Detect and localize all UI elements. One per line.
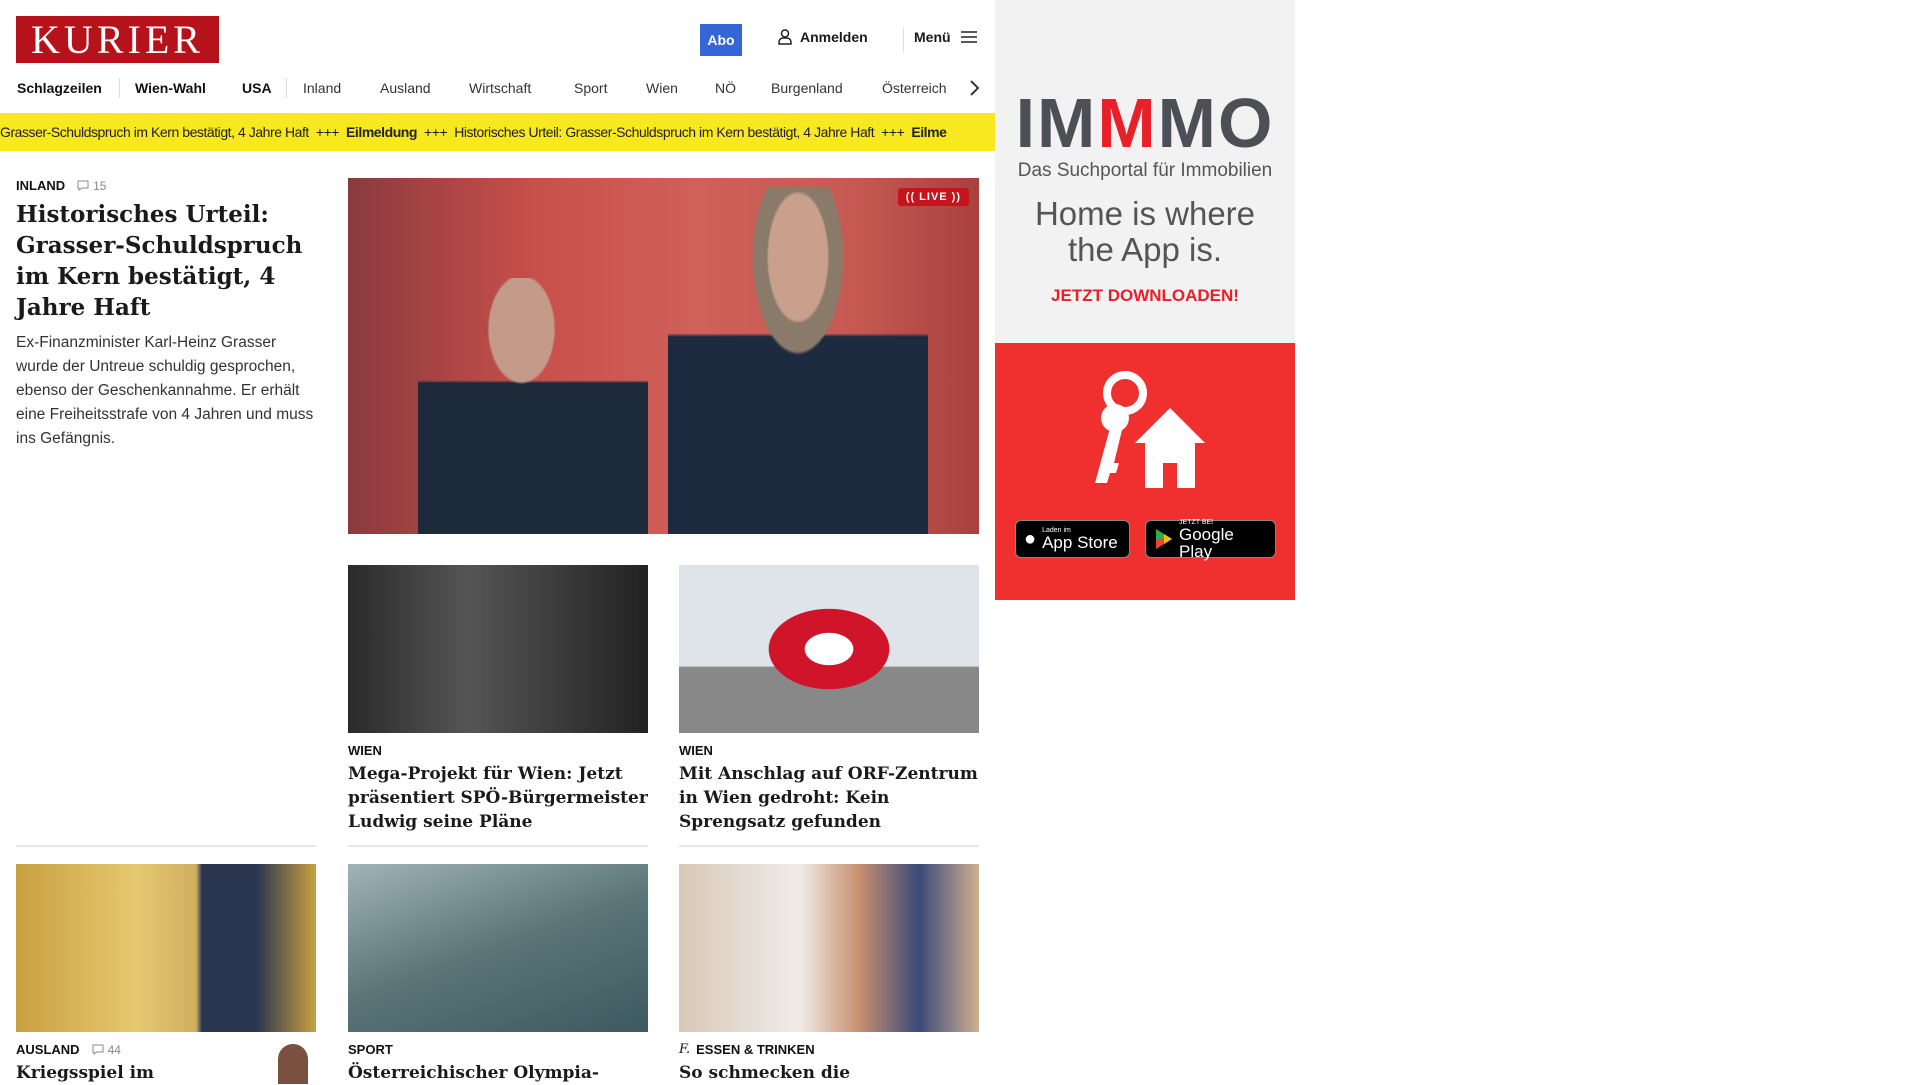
nav-sport[interactable]: Sport (574, 80, 607, 96)
lead-article[interactable]: INLAND 15 Historisches Urteil: Grasser-S… (16, 178, 316, 451)
lead-teaser: Ex-Finanzminister Karl-Heinz Grasser wur… (16, 334, 314, 447)
nav-ausland[interactable]: Ausland (380, 80, 431, 96)
article-category: AUSLAND 44 (16, 1042, 316, 1057)
article-headline[interactable]: Kriegsspiel im (16, 1061, 316, 1085)
store-label: Google Play (1179, 524, 1234, 561)
article-card[interactable]: WIEN Mega-Projekt für Wien: Jetzt präsen… (348, 565, 648, 834)
comment-count-value: 44 (107, 1042, 121, 1057)
photo-person (668, 188, 928, 534)
comment-count[interactable]: 15 (77, 179, 106, 193)
ad-tagline: Das Suchportal für Immobilien (1017, 160, 1273, 181)
article-card[interactable]: f. ESSEN & TRINKEN So schmecken die (679, 864, 979, 1085)
user-icon (778, 29, 792, 45)
article-category: WIEN (348, 743, 382, 758)
article-card[interactable]: WIEN Mit Anschlag auf ORF-Zentrum in Wie… (679, 565, 979, 834)
store-label: App Store (1042, 533, 1118, 552)
article-card[interactable]: AUSLAND 44 Kriegsspiel im (16, 864, 316, 1085)
login-button[interactable]: Anmelden (778, 29, 868, 45)
google-play-button[interactable]: JETZT BEI Google Play (1145, 519, 1276, 561)
article-image[interactable] (16, 864, 316, 1032)
logo-part: M (1097, 84, 1158, 162)
ticker-text-wrap: Grasser-Schuldspruch im Kern bestätigt, … (0, 113, 309, 151)
category-label: AUSLAND (16, 1042, 80, 1057)
ticker-label: Eilmeldung (346, 124, 417, 140)
comment-count-value: 15 (93, 178, 107, 193)
immmo-ad[interactable]: IMMMO Das Suchportal für Immobilien Home… (995, 0, 1295, 343)
login-label: Anmelden (800, 29, 868, 45)
slogan-line: the App is. (1067, 231, 1223, 268)
google-play-icon (1156, 529, 1172, 549)
divider (119, 78, 120, 98)
article-category: f. ESSEN & TRINKEN (679, 1042, 979, 1057)
comment-icon (77, 180, 89, 191)
lead-image[interactable]: (( LIVE )) (348, 178, 979, 534)
nav-inland[interactable]: Inland (303, 80, 341, 96)
article-category: WIEN (679, 743, 713, 758)
divider (679, 845, 979, 847)
comment-icon (92, 1044, 104, 1055)
immmo-logo: IMMMO (995, 88, 1295, 158)
nav-wien-wahl[interactable]: Wien-Wahl (135, 80, 206, 96)
article-category: INLAND 15 (16, 178, 316, 193)
divider (903, 28, 904, 52)
article-image[interactable] (679, 864, 979, 1032)
nav-burgenland[interactable]: Burgenland (771, 80, 843, 96)
category-label: INLAND (16, 178, 66, 193)
article-category: SPORT (348, 1042, 393, 1057)
article-headline[interactable]: Österreichischer Olympia- (348, 1061, 648, 1085)
photo-person (418, 278, 648, 534)
nav-oesterreich[interactable]: Österreich (882, 80, 947, 96)
article-image[interactable] (348, 565, 648, 733)
menu-label: Menü (914, 29, 951, 45)
ad-slogan: Home is where the App is. (995, 196, 1295, 268)
divider (348, 845, 648, 847)
kurier-logo[interactable]: KURIER (16, 16, 219, 63)
ticker-text: Grasser-Schuldspruch im Kern bestätigt, … (0, 124, 309, 140)
nav-noe[interactable]: NÖ (715, 80, 736, 96)
nav-wien[interactable]: Wien (646, 80, 678, 96)
logo-part: IM (1015, 84, 1098, 162)
lead-headline[interactable]: Historisches Urteil: Grasser-Schuldspruc… (16, 199, 316, 323)
article-card[interactable]: SPORT Österreichischer Olympia- (348, 864, 648, 1085)
hamburger-icon (960, 31, 977, 43)
ad-cta[interactable]: JETZT DOWNLOADEN! (995, 286, 1295, 306)
slogan-line: Home is where (1034, 195, 1256, 232)
app-store-button[interactable]: ● Laden im App Store (1015, 520, 1130, 558)
ticker-label: Eilme (911, 124, 947, 140)
ticker-text: Historisches Urteil: Grasser-Schuldspruc… (454, 124, 875, 140)
ticker-sep: +++ (881, 124, 905, 140)
article-headline[interactable]: Mit Anschlag auf ORF-Zentrum in Wien ged… (679, 762, 979, 834)
nav-schlagzeilen[interactable]: Schlagzeilen (17, 80, 102, 96)
breaking-news-ticker[interactable]: Grasser-Schuldspruch im Kern bestätigt, … (0, 113, 995, 151)
nav-usa[interactable]: USA (242, 80, 272, 96)
nav-wirtschaft[interactable]: Wirtschaft (469, 80, 531, 96)
comment-count[interactable]: 44 (92, 1043, 121, 1057)
chevron-right-icon[interactable] (968, 78, 980, 98)
author-avatar (278, 1044, 308, 1084)
menu-button[interactable]: Menü (914, 29, 977, 45)
divider (286, 78, 287, 98)
logo-part: MO (1157, 84, 1275, 162)
essen-icon: f. (679, 1042, 691, 1057)
article-headline[interactable]: Mega-Projekt für Wien: Jetzt präsentiert… (348, 762, 648, 834)
keys-house-icon (1095, 371, 1205, 488)
divider (16, 845, 316, 847)
abo-button[interactable]: Abo (700, 24, 742, 56)
article-headline[interactable]: So schmecken die (679, 1061, 979, 1085)
apple-icon: ● (1024, 527, 1037, 550)
immmo-ad-app[interactable]: ● Laden im App Store JETZT BEI Google Play (995, 343, 1295, 600)
ticker-sep: +++ (424, 124, 448, 140)
category-label: ESSEN & TRINKEN (696, 1042, 815, 1057)
article-image[interactable] (679, 565, 979, 733)
ticker-sep: +++ (315, 124, 340, 140)
live-badge: (( LIVE )) (897, 188, 969, 206)
article-image[interactable] (348, 864, 648, 1032)
